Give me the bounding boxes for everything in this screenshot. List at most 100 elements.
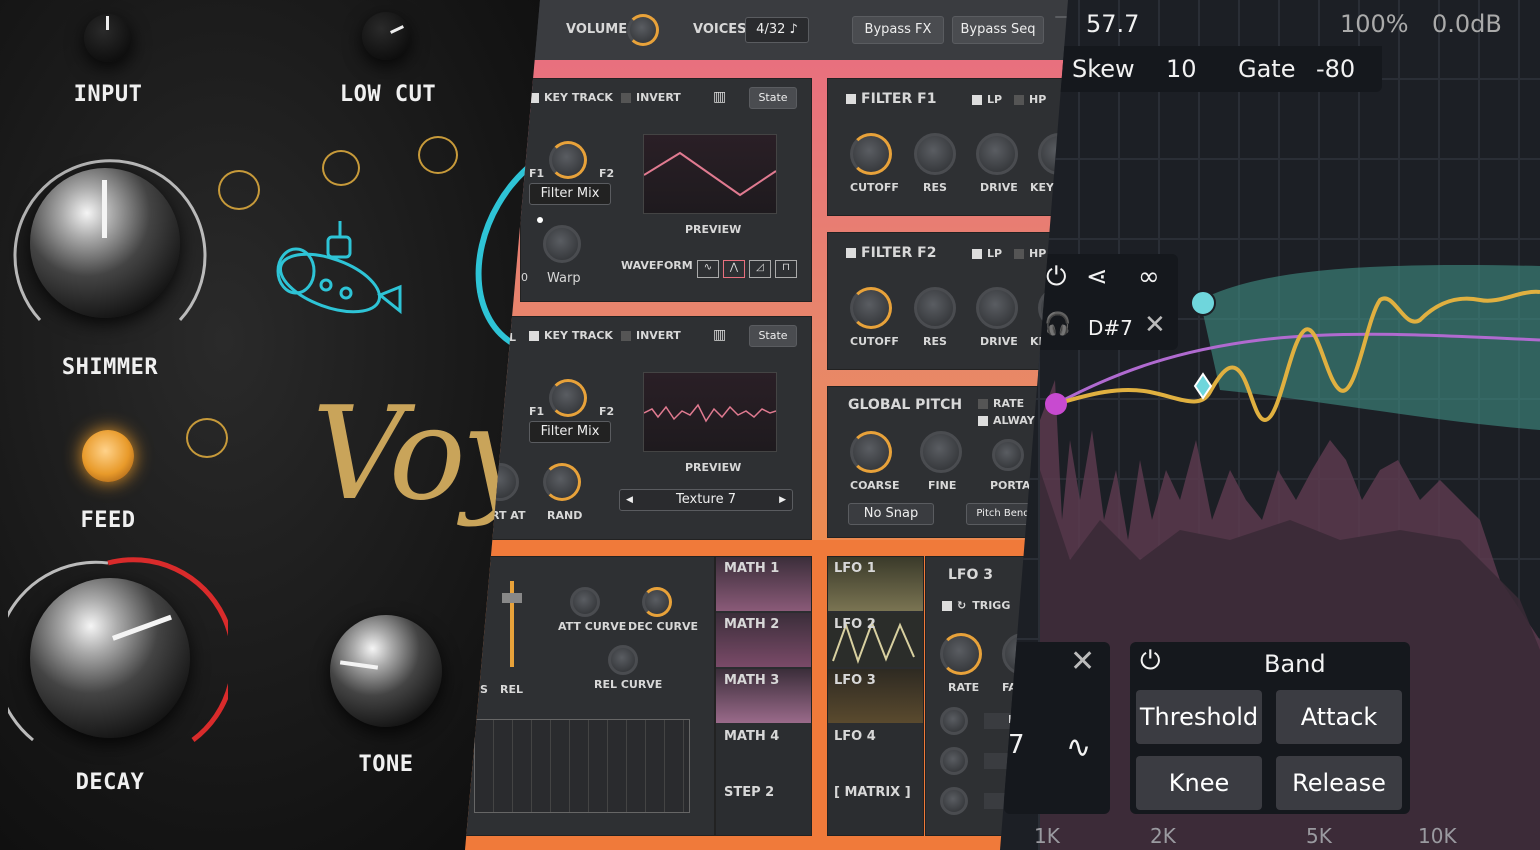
next-arrow-icon[interactable]: ▶ (779, 490, 786, 510)
rel-curve-knob[interactable] (608, 645, 638, 675)
res-knob[interactable] (914, 133, 956, 175)
side-close-icon[interactable]: ✕ (1070, 644, 1095, 679)
trigg-checkbox[interactable] (942, 601, 952, 611)
mod-knob-3[interactable] (940, 787, 968, 815)
math-1-item[interactable]: MATH 1 (716, 557, 811, 611)
voices-label: VOICES (693, 22, 747, 37)
invert-toggle-b[interactable]: INVERT (621, 329, 681, 342)
warp-knob[interactable] (543, 225, 581, 263)
lfo-1-item[interactable]: LFO 1 (828, 557, 923, 611)
texture-selector[interactable]: ◀ Texture 7 ▶ (619, 489, 793, 511)
headphones-icon[interactable]: 🎧 (1044, 312, 1071, 337)
hp-toggle[interactable]: HP (1014, 93, 1046, 106)
waveform-selector[interactable]: ∿ ⋀ ◿ ⊓ (697, 255, 801, 278)
attack-button[interactable]: Attack (1276, 690, 1402, 744)
close-icon[interactable]: ✕ (1144, 310, 1166, 340)
lfo-2-item[interactable]: LFO 2 (828, 613, 923, 667)
texture-value: Texture 7 (676, 492, 736, 507)
fine-knob[interactable] (920, 431, 962, 473)
shimmer-knob[interactable] (30, 168, 180, 318)
rand-knob[interactable] (543, 463, 581, 501)
reverb-plugin-panel: INPUT LOW CUT SHIMMER FEED DECAY TONE Vo… (0, 0, 560, 850)
decay-label: DECAY (75, 770, 145, 795)
bypass-fx-button[interactable]: Bypass FX (852, 16, 944, 44)
band-power-icon[interactable]: ⏻ (1140, 646, 1161, 677)
prev-arrow-icon[interactable]: ◀ (626, 490, 633, 510)
key-track-checkbox-b[interactable] (529, 331, 539, 341)
math-3-item[interactable]: MATH 3 (716, 669, 811, 723)
stereo-link-icon[interactable]: ∞ (1138, 262, 1160, 292)
saw-wave-icon[interactable]: ◿ (749, 260, 771, 278)
voices-display[interactable]: 4/32 ♪ (745, 17, 809, 43)
preview-display-b (643, 372, 777, 452)
gate-value[interactable]: -80 (1316, 55, 1355, 83)
trigg-toggle[interactable]: ↻ TRIGG (942, 599, 1010, 612)
lp-checkbox-f2[interactable] (972, 249, 982, 259)
triangle-wave-icon[interactable]: ⋀ (723, 260, 745, 278)
mod-knob-2[interactable] (940, 747, 968, 775)
filter-mix-knob[interactable] (549, 141, 587, 179)
keyboard-icon[interactable]: ▥ (713, 89, 726, 105)
step-grid[interactable] (474, 719, 690, 813)
att-curve-knob[interactable] (570, 587, 600, 617)
state-button[interactable]: State (749, 87, 797, 109)
release-slider-handle[interactable] (502, 593, 522, 603)
coarse-knob[interactable] (850, 431, 892, 473)
lp-checkbox[interactable] (972, 95, 982, 105)
state-button-b[interactable]: State (749, 325, 797, 347)
math-2-item[interactable]: MATH 2 (716, 613, 811, 667)
always-checkbox[interactable] (978, 416, 988, 426)
dec-curve-knob[interactable] (642, 587, 672, 617)
hp-checkbox-f2[interactable] (1014, 249, 1024, 259)
key-track-toggle-b[interactable]: KEY TRACK (529, 329, 613, 342)
mod-knob-1[interactable] (940, 707, 968, 735)
drive-knob[interactable] (976, 133, 1018, 175)
filter-f2-enable[interactable] (846, 248, 856, 258)
release-button[interactable]: Release (1276, 756, 1402, 810)
power-icon[interactable]: ⏻ (1046, 262, 1067, 293)
hp-checkbox[interactable] (1014, 95, 1024, 105)
feed-toggle[interactable] (82, 430, 134, 482)
drive-knob-f2[interactable] (976, 287, 1018, 329)
matrix-label[interactable]: [ MATRIX ] (834, 785, 911, 800)
step-2-label[interactable]: STEP 2 (724, 785, 774, 800)
invert-toggle[interactable]: INVERT (621, 91, 681, 104)
low-cut-knob[interactable] (362, 12, 410, 60)
key-track-toggle[interactable]: KEY TRACK (529, 91, 613, 104)
invert-checkbox[interactable] (621, 93, 631, 103)
knee-button[interactable]: Knee (1136, 756, 1262, 810)
square-wave-icon[interactable]: ⊓ (775, 260, 797, 278)
always-toggle[interactable]: ALWAYS (978, 414, 1043, 427)
tone-knob[interactable] (330, 615, 442, 727)
invert-checkbox-b[interactable] (621, 331, 631, 341)
lp-toggle-f2[interactable]: LP (972, 247, 1002, 260)
rate-toggle[interactable]: RATE (978, 397, 1024, 410)
input-knob[interactable] (84, 14, 132, 62)
sine-wave-icon[interactable]: ∿ (697, 260, 719, 278)
lfo-4-label[interactable]: LFO 4 (834, 729, 876, 744)
bypass-seq-button[interactable]: Bypass Seq (952, 16, 1044, 44)
porta-knob[interactable] (992, 439, 1024, 471)
skew-value[interactable]: 10 (1166, 55, 1197, 83)
filter-shape-icon[interactable]: ⋖ (1086, 262, 1108, 292)
volume-knob[interactable] (627, 14, 659, 46)
cutoff-knob[interactable] (850, 133, 892, 175)
threshold-button[interactable]: Threshold (1136, 690, 1262, 744)
filter-mix-display[interactable]: Filter Mix (529, 183, 611, 205)
filter-f1-enable[interactable] (846, 94, 856, 104)
cutoff-knob-f2[interactable] (850, 287, 892, 329)
res-knob-f2[interactable] (914, 287, 956, 329)
lp-toggle[interactable]: LP (972, 93, 1002, 106)
filter-f2-title: FILTER F2 (846, 245, 936, 261)
math-4-label[interactable]: MATH 4 (724, 729, 779, 744)
no-snap-button[interactable]: No Snap (848, 503, 934, 525)
rate-checkbox[interactable] (978, 399, 988, 409)
hp-toggle-f2[interactable]: HP (1014, 247, 1046, 260)
lfo-rate-knob[interactable] (940, 633, 982, 675)
filter-mix-knob-b[interactable] (549, 379, 587, 417)
waveform-icon[interactable]: ∿ (1066, 730, 1091, 765)
lfo-3-item[interactable]: LFO 3 (828, 669, 923, 723)
decay-knob[interactable] (30, 578, 190, 738)
filter-mix-display-b[interactable]: Filter Mix (529, 421, 611, 443)
keyboard-icon-b[interactable]: ▥ (713, 327, 726, 343)
